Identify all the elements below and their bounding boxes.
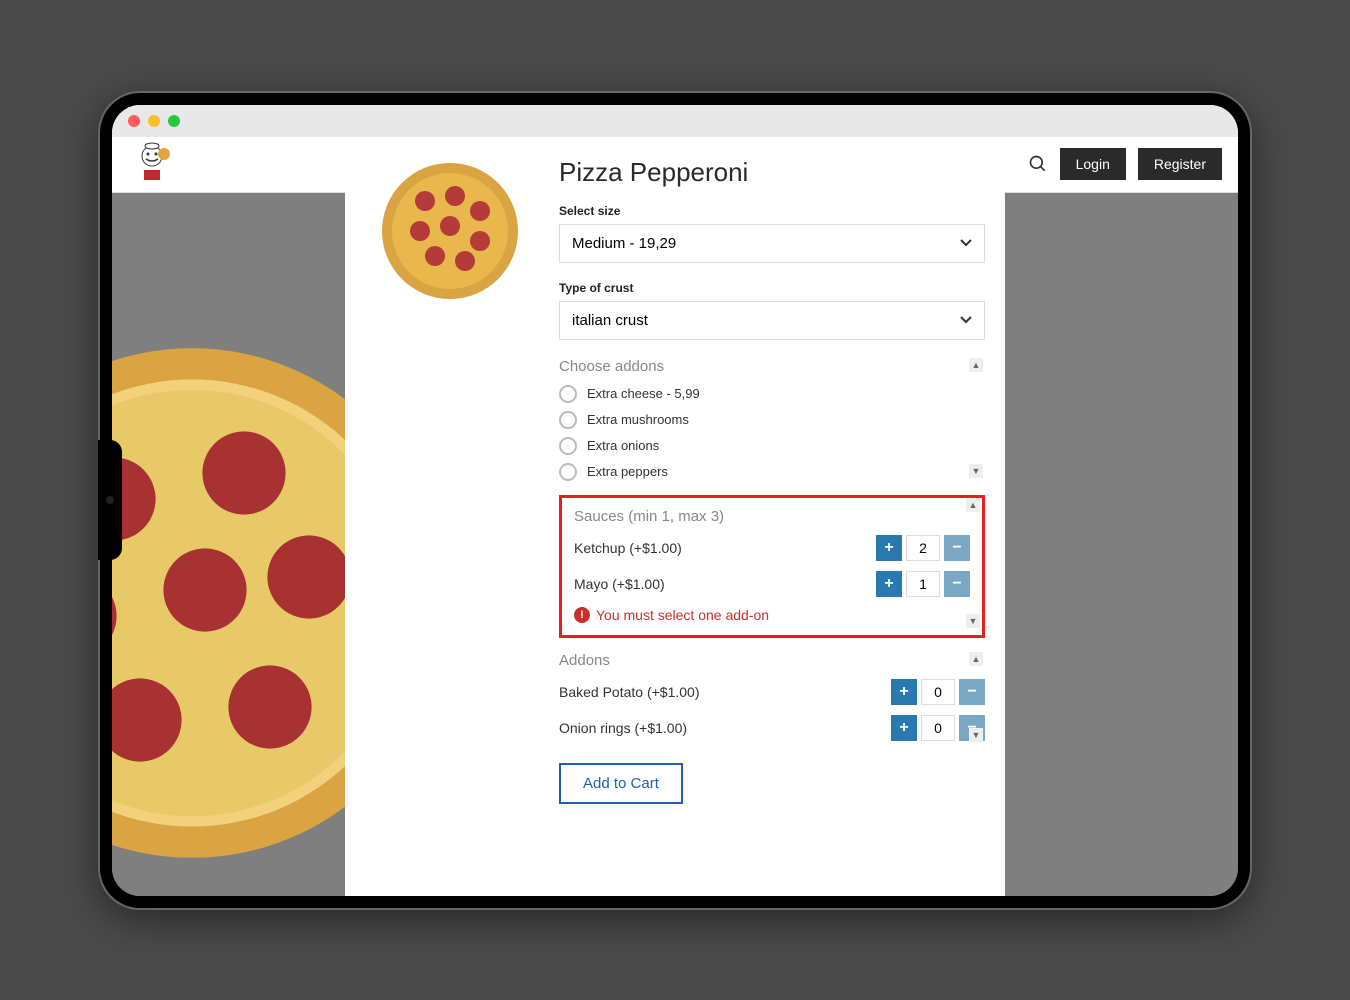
size-label: Select size (559, 204, 985, 218)
radio-icon (559, 411, 577, 429)
store-logo[interactable] (128, 140, 176, 188)
extra-row: Onion rings (+$1.00) + − (559, 715, 985, 741)
qty-input[interactable] (921, 679, 955, 705)
scroll-down-icon[interactable]: ▼ (969, 728, 983, 742)
addon-option[interactable]: Extra onions (559, 437, 985, 455)
crust-label: Type of crust (559, 281, 985, 295)
addon-label: Extra cheese - 5,99 (587, 386, 700, 401)
product-modal: Pizza Pepperoni Select size Medium - 19,… (345, 137, 1005, 896)
addon-label: Extra peppers (587, 464, 668, 479)
qty-input[interactable] (906, 571, 940, 597)
addon-option[interactable]: Extra mushrooms (559, 411, 985, 429)
qty-increase-button[interactable]: + (891, 679, 917, 705)
addon-option[interactable]: Extra cheese - 5,99 (559, 385, 985, 403)
addon-label: Extra mushrooms (587, 412, 689, 427)
modal-form-column: Pizza Pepperoni Select size Medium - 19,… (555, 137, 1005, 896)
radio-icon (559, 463, 577, 481)
addons-title: Choose addons (559, 358, 985, 375)
qty-increase-button[interactable]: + (876, 571, 902, 597)
qty-input[interactable] (906, 535, 940, 561)
error-icon: ! (574, 607, 590, 623)
sauce-row: Mayo (+$1.00) + − (574, 571, 970, 597)
qty-increase-button[interactable]: + (876, 535, 902, 561)
product-image (380, 161, 520, 301)
scroll-up-icon[interactable]: ▲ (969, 652, 983, 666)
tablet-device-frame: Login Register (100, 93, 1250, 908)
sauce-label: Ketchup (+$1.00) (574, 540, 682, 556)
radio-icon (559, 437, 577, 455)
scroll-up-icon[interactable]: ▲ (969, 358, 983, 372)
window-maximize-icon[interactable] (168, 115, 180, 127)
sauce-label: Mayo (+$1.00) (574, 576, 665, 592)
window-minimize-icon[interactable] (148, 115, 160, 127)
modal-image-column (345, 137, 555, 896)
qty-increase-button[interactable]: + (891, 715, 917, 741)
add-to-cart-button[interactable]: Add to Cart (559, 763, 683, 804)
size-select[interactable]: Medium - 19,29 (559, 224, 985, 263)
scroll-down-icon[interactable]: ▼ (966, 614, 980, 628)
scroll-up-icon[interactable]: ▲ (966, 498, 980, 512)
qty-input[interactable] (921, 715, 955, 741)
crust-select[interactable]: italian crust (559, 301, 985, 340)
addon-label: Extra onions (587, 438, 659, 453)
scroll-down-icon[interactable]: ▼ (969, 464, 983, 478)
validation-error: ! You must select one add-on (574, 607, 970, 623)
login-button[interactable]: Login (1060, 148, 1126, 180)
product-title: Pizza Pepperoni (559, 157, 985, 188)
sauce-row: Ketchup (+$1.00) + − (574, 535, 970, 561)
sauces-title: Sauces (min 1, max 3) (574, 508, 970, 525)
register-button[interactable]: Register (1138, 148, 1222, 180)
extras-section: ▲ ▼ Addons Baked Potato (+$1.00) + − Oni… (559, 652, 985, 741)
screen: Login Register (112, 105, 1238, 896)
addons-section: ▲ ▼ Choose addons Extra cheese - 5,99 Ex… (559, 358, 985, 481)
radio-icon (559, 385, 577, 403)
extra-row: Baked Potato (+$1.00) + − (559, 679, 985, 705)
extra-label: Onion rings (+$1.00) (559, 720, 687, 736)
addon-option[interactable]: Extra peppers (559, 463, 985, 481)
sauces-section: ▲ ▼ Sauces (min 1, max 3) Ketchup (+$1.0… (559, 495, 985, 638)
browser-titlebar (112, 105, 1238, 137)
window-close-icon[interactable] (128, 115, 140, 127)
extras-title: Addons (559, 652, 985, 669)
search-icon[interactable] (1028, 154, 1048, 174)
extra-label: Baked Potato (+$1.00) (559, 684, 700, 700)
tablet-camera-notch (98, 440, 122, 560)
